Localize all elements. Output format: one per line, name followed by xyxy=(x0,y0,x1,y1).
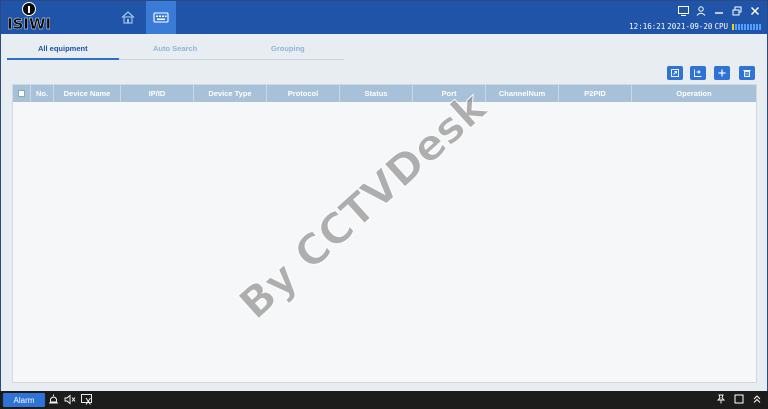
mute-button[interactable] xyxy=(64,394,76,405)
close-icon xyxy=(751,7,759,15)
delete-device-button[interactable] xyxy=(739,66,755,80)
cpu-label: CPU xyxy=(714,22,728,31)
col-status[interactable]: Status xyxy=(340,85,413,102)
speaker-muted-icon xyxy=(64,394,76,405)
cpu-meter xyxy=(732,23,761,30)
cpu-meter-bar xyxy=(759,23,761,30)
taskbar-right-icons xyxy=(716,394,762,404)
restore-icon xyxy=(732,6,742,16)
clock-time: 12:16:21 xyxy=(629,22,666,31)
alarm-bell-icon xyxy=(49,394,58,404)
cpu-meter-bar xyxy=(756,23,758,30)
cpu-meter-bar xyxy=(753,23,755,30)
taskbar: Alarm xyxy=(0,391,768,409)
double-chevron-up-icon xyxy=(753,395,761,403)
minimize-icon xyxy=(715,12,723,14)
tab-all-equipment[interactable]: All equipment xyxy=(38,44,88,53)
col-protocol[interactable]: Protocol xyxy=(267,85,340,102)
cpu-meter-bar xyxy=(741,23,743,30)
add-icon xyxy=(718,69,726,77)
col-device-type[interactable]: Device Type xyxy=(194,85,267,102)
cpu-meter-bar xyxy=(750,23,752,30)
clear-alarm-button[interactable] xyxy=(81,394,92,405)
select-all-cell xyxy=(13,85,31,102)
clock-date: 2021-09-20 xyxy=(667,22,713,31)
taskbar-quick-icons xyxy=(48,394,92,405)
device-manager-icon xyxy=(153,12,169,23)
system-status: 12:16:21 2021-09-20 CPU xyxy=(629,22,761,31)
restore-button[interactable] xyxy=(731,5,743,17)
col-no[interactable]: No. xyxy=(31,85,54,102)
tab-bar: All equipment Auto Search Grouping xyxy=(7,42,344,60)
collapse-button[interactable] xyxy=(752,394,762,404)
tab-grouping[interactable]: Grouping xyxy=(271,44,305,53)
active-tab-indicator xyxy=(7,58,119,60)
user-icon xyxy=(696,6,706,16)
add-device-button[interactable] xyxy=(714,66,730,80)
col-operation[interactable]: Operation xyxy=(632,85,756,102)
logo-text: ISIWI xyxy=(7,15,52,33)
pin-button[interactable] xyxy=(716,394,726,404)
export-button[interactable] xyxy=(690,66,706,80)
app-window: ISIWI 12:16:21 2021-09-20 CPU All equipm… xyxy=(0,0,768,409)
delete-icon xyxy=(743,70,751,77)
import-icon xyxy=(671,69,679,77)
nav-home-button[interactable] xyxy=(114,3,142,32)
user-button[interactable] xyxy=(695,5,707,17)
select-all-checkbox[interactable] xyxy=(18,90,25,97)
cpu-meter-bar xyxy=(738,23,740,30)
pin-icon xyxy=(716,394,726,404)
device-table: No. Device Name IP/ID Device Type Protoc… xyxy=(12,84,757,383)
cpu-meter-bar xyxy=(735,23,737,30)
col-p2pid[interactable]: P2PID xyxy=(559,85,632,102)
monitor-icon xyxy=(677,6,689,16)
cpu-meter-bar xyxy=(747,23,749,30)
clear-alarm-icon xyxy=(81,394,92,405)
tab-auto-search[interactable]: Auto Search xyxy=(153,44,197,53)
fullscreen-icon xyxy=(734,394,744,404)
cpu-meter-bar xyxy=(744,23,746,30)
col-ip-id[interactable]: IP/ID xyxy=(121,85,194,102)
bell-button[interactable] xyxy=(48,394,59,405)
import-button[interactable] xyxy=(667,66,683,80)
logo-mark-icon xyxy=(22,2,36,16)
fullscreen-button[interactable] xyxy=(734,394,744,404)
table-header: No. Device Name IP/ID Device Type Protoc… xyxy=(13,85,756,102)
title-bar: ISIWI 12:16:21 2021-09-20 CPU xyxy=(1,1,767,34)
window-controls xyxy=(677,5,761,17)
alarm-button[interactable]: Alarm xyxy=(3,393,45,407)
close-button[interactable] xyxy=(749,5,761,17)
brand-logo: ISIWI xyxy=(7,2,51,33)
export-icon xyxy=(694,69,702,77)
home-icon xyxy=(121,11,135,24)
minimize-button[interactable] xyxy=(713,5,725,17)
cpu-meter-bar xyxy=(732,23,734,30)
display-button[interactable] xyxy=(677,5,689,17)
nav-device-manager-button[interactable] xyxy=(146,1,176,34)
col-channel-num[interactable]: ChannelNum xyxy=(486,85,559,102)
col-device-name[interactable]: Device Name xyxy=(54,85,121,102)
